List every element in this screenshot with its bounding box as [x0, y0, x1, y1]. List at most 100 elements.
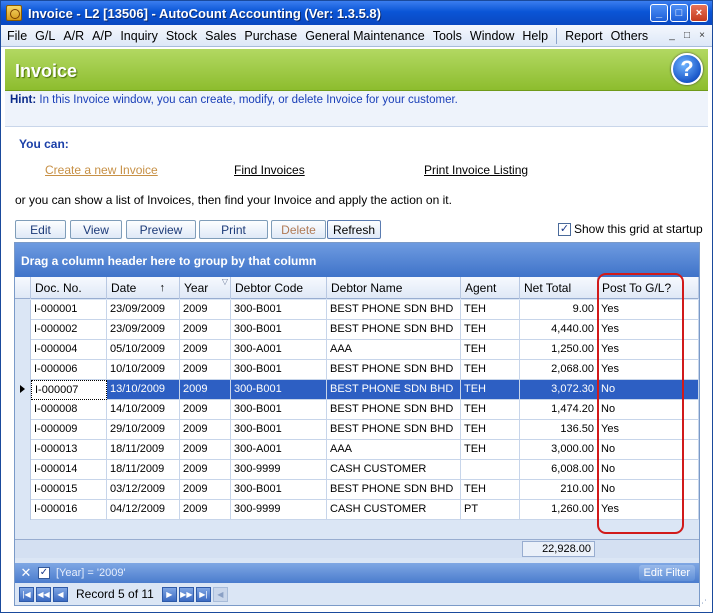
- cell-debtor-name[interactable]: AAA: [327, 340, 461, 360]
- cell-doc-no[interactable]: I-000008: [31, 400, 107, 420]
- row-indicator[interactable]: [15, 360, 31, 380]
- cell-doc-no[interactable]: I-000014: [31, 460, 107, 480]
- row-indicator[interactable]: [15, 500, 31, 520]
- cell-agent[interactable]: TEH: [461, 440, 520, 460]
- cell-doc-no[interactable]: I-000013: [31, 440, 107, 460]
- menu-general-maintenance[interactable]: General Maintenance: [301, 25, 429, 47]
- menu-gl[interactable]: G/L: [31, 25, 59, 47]
- mdi-close-button[interactable]: ×: [695, 28, 709, 43]
- cell-net-total[interactable]: 2,068.00: [520, 360, 598, 380]
- find-invoices-link[interactable]: Find Invoices: [234, 163, 305, 177]
- cell-year[interactable]: 2009: [180, 340, 231, 360]
- column-doc-no[interactable]: Doc. No.: [31, 277, 107, 299]
- cell-debtor-name[interactable]: AAA: [327, 440, 461, 460]
- edit-filter-button[interactable]: Edit Filter: [638, 565, 695, 581]
- menu-sales[interactable]: Sales: [201, 25, 240, 47]
- close-icon[interactable]: ✕: [19, 566, 33, 580]
- cell-debtor-code[interactable]: 300-A001: [231, 340, 327, 360]
- row-indicator[interactable]: [15, 320, 31, 340]
- cell-agent[interactable]: TEH: [461, 300, 520, 320]
- menu-help[interactable]: Help: [518, 25, 552, 47]
- cell-net-total[interactable]: 1,474.20: [520, 400, 598, 420]
- row-indicator[interactable]: [15, 460, 31, 480]
- minimize-button[interactable]: _: [650, 4, 668, 22]
- cell-year[interactable]: 2009: [180, 300, 231, 320]
- cell-year[interactable]: 2009: [180, 500, 231, 520]
- cell-net-total[interactable]: 4,440.00: [520, 320, 598, 340]
- row-indicator[interactable]: [15, 300, 31, 320]
- cell-agent[interactable]: TEH: [461, 400, 520, 420]
- cell-doc-no[interactable]: I-000009: [31, 420, 107, 440]
- cell-agent[interactable]: TEH: [461, 380, 520, 400]
- cell-debtor-code[interactable]: 300-B001: [231, 380, 327, 400]
- cell-net-total[interactable]: 210.00: [520, 480, 598, 500]
- previous-record-button[interactable]: ◀: [53, 586, 68, 602]
- help-icon[interactable]: ?: [671, 53, 703, 85]
- show-grid-checkbox[interactable]: ✓: [558, 222, 571, 236]
- cell-agent[interactable]: TEH: [461, 320, 520, 340]
- create-invoice-link[interactable]: Create a new Invoice: [45, 163, 158, 177]
- row-indicator[interactable]: [15, 420, 31, 440]
- cell-debtor-name[interactable]: BEST PHONE SDN BHD: [327, 380, 461, 400]
- column-debtor-name[interactable]: Debtor Name: [327, 277, 461, 299]
- append-record-button[interactable]: ◀: [212, 586, 228, 602]
- cell-doc-no[interactable]: I-000006: [31, 360, 107, 380]
- menu-ap[interactable]: A/P: [88, 25, 116, 47]
- cell-net-total[interactable]: 3,000.00: [520, 440, 598, 460]
- cell-debtor-code[interactable]: 300-B001: [231, 360, 327, 380]
- menu-window[interactable]: Window: [466, 25, 518, 47]
- column-debtor-code[interactable]: Debtor Code: [231, 277, 327, 299]
- preview-button[interactable]: Preview: [126, 220, 196, 239]
- cell-debtor-name[interactable]: BEST PHONE SDN BHD: [327, 300, 461, 320]
- cell-date[interactable]: 10/10/2009: [107, 360, 180, 380]
- next-page-button[interactable]: ▶▶: [178, 586, 194, 602]
- cell-agent[interactable]: PT: [461, 500, 520, 520]
- cell-debtor-code[interactable]: 300-B001: [231, 480, 327, 500]
- cell-debtor-code[interactable]: 300-A001: [231, 440, 327, 460]
- cell-debtor-code[interactable]: 300-9999: [231, 500, 327, 520]
- close-button[interactable]: ×: [690, 4, 708, 22]
- cell-date[interactable]: 13/10/2009: [107, 380, 180, 400]
- cell-doc-no[interactable]: I-000007: [31, 380, 107, 400]
- row-indicator[interactable]: [15, 400, 31, 420]
- previous-page-button[interactable]: ◀◀: [36, 586, 51, 602]
- cell-year[interactable]: 2009: [180, 400, 231, 420]
- row-indicator[interactable]: [15, 440, 31, 460]
- menu-tools[interactable]: Tools: [429, 25, 466, 47]
- cell-date[interactable]: 14/10/2009: [107, 400, 180, 420]
- cell-doc-no[interactable]: I-000002: [31, 320, 107, 340]
- row-indicator[interactable]: [15, 340, 31, 360]
- menu-stock[interactable]: Stock: [162, 25, 201, 47]
- column-date[interactable]: Date ↑: [107, 277, 180, 299]
- cell-date[interactable]: 23/09/2009: [107, 300, 180, 320]
- cell-agent[interactable]: TEH: [461, 480, 520, 500]
- cell-debtor-code[interactable]: 300-9999: [231, 460, 327, 480]
- menu-inquiry[interactable]: Inquiry: [116, 25, 162, 47]
- cell-debtor-name[interactable]: BEST PHONE SDN BHD: [327, 320, 461, 340]
- column-agent[interactable]: Agent: [461, 277, 520, 299]
- cell-year[interactable]: 2009: [180, 360, 231, 380]
- cell-debtor-code[interactable]: 300-B001: [231, 420, 327, 440]
- print-invoice-listing-link[interactable]: Print Invoice Listing: [424, 163, 528, 177]
- menu-file[interactable]: File: [3, 25, 31, 47]
- cell-doc-no[interactable]: I-000016: [31, 500, 107, 520]
- cell-date[interactable]: 05/10/2009: [107, 340, 180, 360]
- mdi-restore-button[interactable]: □: [680, 28, 694, 43]
- cell-agent[interactable]: TEH: [461, 340, 520, 360]
- cell-year[interactable]: 2009: [180, 380, 231, 400]
- cell-year[interactable]: 2009: [180, 460, 231, 480]
- maximize-button[interactable]: □: [670, 4, 688, 22]
- refresh-button[interactable]: Refresh: [327, 220, 381, 239]
- cell-agent[interactable]: TEH: [461, 360, 520, 380]
- cell-net-total[interactable]: 1,250.00: [520, 340, 598, 360]
- menu-others[interactable]: Others: [607, 25, 653, 47]
- cell-agent[interactable]: [461, 460, 520, 480]
- filter-enable-checkbox[interactable]: ✓: [38, 567, 50, 579]
- menu-report[interactable]: Report: [561, 25, 607, 47]
- cell-date[interactable]: 18/11/2009: [107, 440, 180, 460]
- menu-purchase[interactable]: Purchase: [240, 25, 301, 47]
- title-bar[interactable]: Invoice - L2 [13506] - AutoCount Account…: [1, 1, 712, 25]
- cell-date[interactable]: 29/10/2009: [107, 420, 180, 440]
- cell-doc-no[interactable]: I-000001: [31, 300, 107, 320]
- cell-year[interactable]: 2009: [180, 480, 231, 500]
